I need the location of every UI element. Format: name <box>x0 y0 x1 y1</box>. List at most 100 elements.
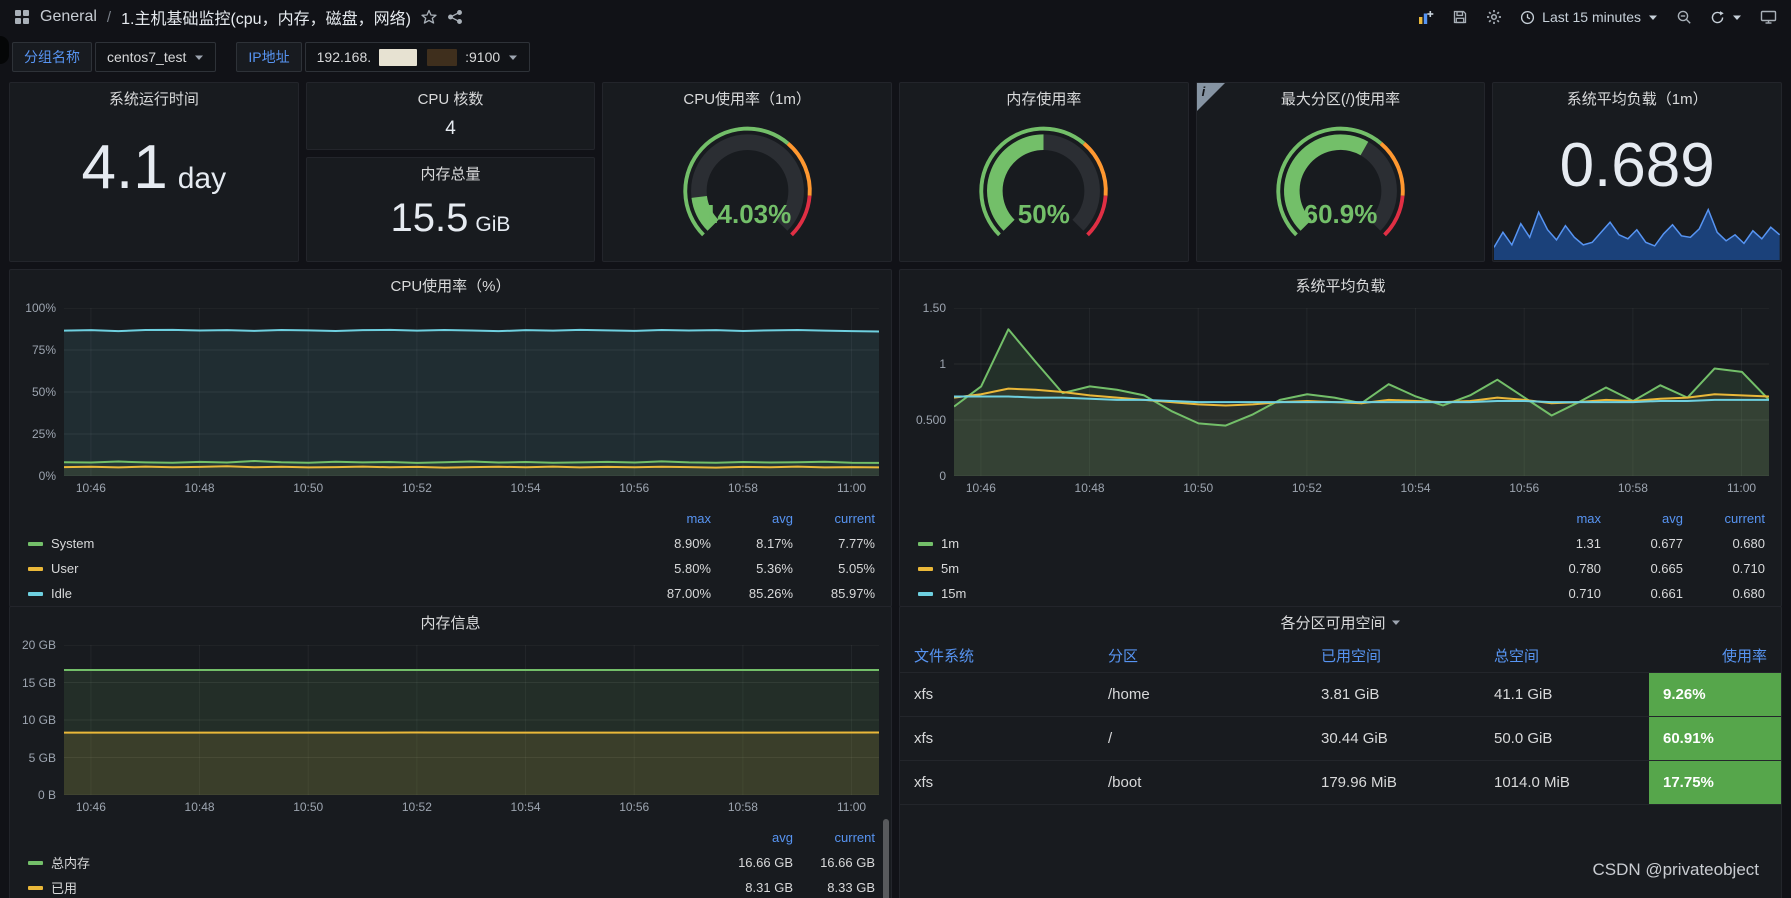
table-cell: 30.44 GiB <box>1321 730 1388 747</box>
zoom-out-icon[interactable] <box>1676 9 1692 25</box>
panel-load-chart: 系统平均负载 1.50 1 0.500 0 10:46 10:48 10:50 10:52 1… <box>899 269 1782 607</box>
gauge-value: 14.03% <box>703 199 792 229</box>
panel-cpu-usage-gauge: CPU使用率（1m） 14.03% <box>602 82 892 262</box>
legend-item[interactable]: System <box>28 531 629 556</box>
clock-icon <box>1520 10 1535 25</box>
chevron-down-icon <box>508 54 518 61</box>
legend-col-avg[interactable]: avg <box>711 506 793 531</box>
panel-title[interactable]: 内存信息 <box>10 607 891 637</box>
legend-col-avg[interactable]: avg <box>711 825 793 850</box>
legend-item[interactable]: 总内存 <box>28 850 711 875</box>
top-nav: General / 1.主机基础监控(cpu，内存，磁盘，网络) Last 15… <box>0 0 1791 34</box>
legend-col-max[interactable]: max <box>1519 506 1601 531</box>
panel-title[interactable]: 内存总量 <box>307 158 595 188</box>
y-tick-label: 5 GB <box>28 750 56 765</box>
legend-col-max[interactable]: max <box>629 506 711 531</box>
gauge-chart <box>1197 113 1485 259</box>
table-header-0[interactable]: 文件系统 <box>900 639 1094 672</box>
cycle-view-icon[interactable] <box>1760 9 1777 25</box>
panel-title[interactable]: CPU 核数 <box>307 83 595 113</box>
group-name-label: 分组名称 <box>12 42 92 72</box>
panel-partition-usage-gauge: i 最大分区(/)使用率 60.9% <box>1195 82 1486 262</box>
apps-menu-icon[interactable] <box>14 9 30 25</box>
y-axis-labels: 20 GB 15 GB 10 GB 5 GB 0 B <box>18 638 64 802</box>
partition-table-grid: 文件系统 分区 已用空间 总空间 使用率 xfs/home 3.81 GiB 41.1 GiB… <box>900 639 1781 805</box>
table-row: xfs / 30.44 GiB 50.0 GiB 60.91% <box>900 717 1781 761</box>
chart-plot[interactable] <box>64 308 879 476</box>
chart-legend: max avg current System 8.90% 8.17% 7.77% User 5.… <box>28 506 875 606</box>
panel-mem-usage-gauge: 内存使用率 50% <box>898 82 1189 262</box>
legend-col-current[interactable]: current <box>793 506 875 531</box>
x-tick-label: 10:52 <box>401 800 432 814</box>
panel-title[interactable]: 最大分区(/)使用率 <box>1197 83 1485 113</box>
y-tick-label: 20 GB <box>21 638 56 652</box>
table-cell: /home <box>1108 686 1150 703</box>
panel-load-stat: 系统平均负载（1m） 0.689 <box>1492 82 1782 262</box>
legend-col-current[interactable]: current <box>1683 506 1765 531</box>
legend-value: 0.710 <box>1568 586 1601 601</box>
panel-title[interactable]: CPU使用率（1m） <box>603 83 891 113</box>
chart-legend: avg current 总内存 16.66 GB 16.66 GB 已用 8.31 GB 8.… <box>28 825 875 898</box>
panel-uptime: 系统运行时间 4.1 day <box>9 82 299 262</box>
breadcrumb[interactable]: General <box>40 8 97 26</box>
gauge-chart <box>603 113 891 259</box>
panel-title[interactable]: 系统平均负载（1m） <box>1493 83 1781 113</box>
panel-cpu-usage-chart: CPU使用率（%） 100% 75% 50% 25% 0% 10:46 10:48 10:5… <box>9 269 892 607</box>
panel-title[interactable]: 系统运行时间 <box>10 83 298 113</box>
legend-value: 85.26% <box>748 586 793 601</box>
x-tick-label: 10:54 <box>1400 481 1431 495</box>
star-icon[interactable] <box>421 9 437 25</box>
chevron-down-icon <box>1648 14 1658 21</box>
legend-col-current[interactable]: current <box>793 825 875 850</box>
panel-info-icon[interactable]: i <box>1196 83 1225 111</box>
table-header-3[interactable]: 总空间 <box>1480 639 1649 672</box>
chart-plot[interactable] <box>954 308 1769 476</box>
table-header-2[interactable]: 已用空间 <box>1307 639 1480 672</box>
table-header-1[interactable]: 分区 <box>1094 639 1307 672</box>
legend-item[interactable]: 15m <box>918 581 1519 606</box>
legend-swatch-icon <box>918 541 933 546</box>
y-tick-label: 25% <box>31 427 56 441</box>
x-tick-label: 10:56 <box>619 481 650 495</box>
x-axis-labels: 10:46 10:48 10:50 10:52 10:54 10:56 10:58 11:00 <box>64 795 879 817</box>
ip-address-select[interactable]: 192.168.:9100 <box>304 42 531 72</box>
legend-item[interactable]: Idle <box>28 581 629 606</box>
refresh-button[interactable] <box>1710 10 1742 25</box>
legend-scrollbar[interactable] <box>883 819 889 898</box>
share-icon[interactable] <box>447 9 463 25</box>
legend-item[interactable]: 5m <box>918 556 1519 581</box>
chart-plot[interactable] <box>64 645 879 795</box>
x-tick-label: 10:50 <box>293 481 324 495</box>
legend-item[interactable]: 1m <box>918 531 1519 556</box>
dashboard-title[interactable]: 1.主机基础监控(cpu，内存，磁盘，网络) <box>121 5 411 29</box>
panel-memory-chart: 内存信息 20 GB 15 GB 10 GB 5 GB 0 B 10:46 10:48 10… <box>9 606 892 898</box>
panel-menu-caret-icon[interactable] <box>1391 619 1401 626</box>
add-panel-icon[interactable] <box>1417 9 1434 26</box>
group-name-select[interactable]: centos7_test <box>95 42 217 72</box>
table-cell: / <box>1108 730 1113 747</box>
legend-value: 5.05% <box>838 561 875 576</box>
panel-title[interactable]: CPU使用率（%） <box>10 270 891 300</box>
panel-title[interactable]: 各分区可用空间 <box>900 607 1781 637</box>
panel-title[interactable]: 系统平均负载 <box>900 270 1781 300</box>
x-tick-label: 10:46 <box>75 481 106 495</box>
x-tick-label: 10:56 <box>1509 481 1540 495</box>
ip-address-label: IP地址 <box>236 42 302 72</box>
breadcrumb-separator: / <box>106 8 112 26</box>
legend-swatch-icon <box>918 591 933 596</box>
table-header-4[interactable]: 使用率 <box>1649 639 1781 672</box>
table-cell: xfs <box>914 686 934 703</box>
legend-col-avg[interactable]: avg <box>1601 506 1683 531</box>
x-tick-label: 10:48 <box>184 481 215 495</box>
table-cell: 17.75% <box>1649 761 1781 804</box>
x-axis-labels: 10:46 10:48 10:50 10:52 10:54 10:56 10:58 11:00 <box>954 476 1769 498</box>
dashboard-settings-icon[interactable] <box>1486 9 1502 25</box>
x-tick-label: 11:00 <box>836 481 867 495</box>
legend-item[interactable]: User <box>28 556 629 581</box>
time-range-picker[interactable]: Last 15 minutes <box>1520 9 1658 25</box>
x-tick-label: 10:48 <box>184 800 215 814</box>
legend-item[interactable]: 已用 <box>28 875 711 898</box>
save-dashboard-icon[interactable] <box>1452 9 1468 25</box>
x-tick-label: 10:58 <box>1617 481 1648 495</box>
panel-title[interactable]: 内存使用率 <box>900 83 1188 113</box>
